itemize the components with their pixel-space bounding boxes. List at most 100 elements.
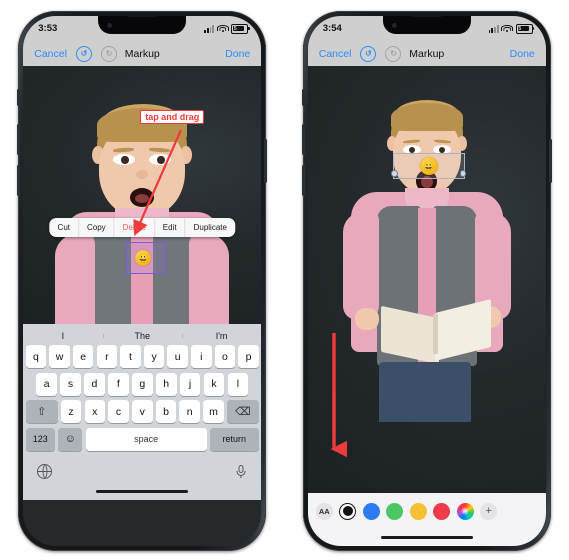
predictive-text-bar[interactable]: I The I'm: [23, 326, 261, 345]
microphone-icon[interactable]: [234, 464, 247, 478]
key-p[interactable]: p: [238, 345, 259, 368]
resize-handle-left[interactable]: [391, 170, 398, 177]
power-button[interactable]: [264, 139, 268, 183]
return-key[interactable]: return: [209, 427, 259, 451]
undo-icon[interactable]: ↺: [75, 45, 92, 62]
annotation-arrow: [330, 333, 347, 460]
key-c[interactable]: c: [108, 400, 129, 423]
keyboard-row-2: a s d f g h j k l: [23, 372, 261, 396]
status-time: 3:54: [322, 23, 342, 34]
key-x[interactable]: x: [84, 400, 106, 423]
done-button[interactable]: Done: [510, 48, 535, 60]
key-j[interactable]: j: [179, 372, 201, 396]
sticker-selection-box[interactable]: 😀: [126, 242, 167, 274]
annotation-label: tap and drag: [140, 110, 205, 124]
context-menu-item-duplicate[interactable]: Duplicate: [186, 218, 235, 237]
page-title: Markup: [124, 47, 160, 60]
space-key[interactable]: space: [85, 427, 207, 451]
battery-icon: 5: [231, 23, 250, 34]
color-swatch-blue[interactable]: [362, 502, 380, 520]
undo-glyph: ↺: [365, 48, 372, 58]
key-i[interactable]: i: [191, 345, 212, 368]
redo-icon[interactable]: ↻: [385, 45, 402, 62]
silent-switch[interactable]: [17, 89, 21, 106]
markup-canvas[interactable]: 😀 Cut Copy Delete Edit Duplicate tap and…: [23, 66, 262, 324]
add-color-button[interactable]: +: [480, 502, 498, 520]
key-e[interactable]: e: [72, 345, 94, 368]
redo-glyph: ↻: [390, 48, 397, 58]
shift-key[interactable]: ⇧: [25, 400, 58, 423]
software-keyboard[interactable]: I The I'm q w e r t y u i o p a s d f g …: [23, 324, 262, 500]
prediction-2[interactable]: The: [102, 331, 182, 341]
emoji-key[interactable]: ☺: [58, 427, 83, 451]
key-w[interactable]: w: [49, 345, 70, 368]
key-o[interactable]: o: [214, 345, 236, 368]
volume-down-button[interactable]: [17, 165, 21, 196]
key-s[interactable]: s: [60, 372, 81, 396]
wifi-icon: [216, 24, 229, 33]
color-wheel-swatch[interactable]: [456, 502, 474, 520]
key-r[interactable]: r: [96, 345, 118, 368]
key-k[interactable]: k: [203, 372, 225, 396]
key-y[interactable]: y: [143, 345, 165, 368]
status-bar: 3:53 5: [23, 16, 262, 41]
home-indicator-area: [23, 483, 262, 500]
battery-level-label: 5: [233, 25, 237, 32]
status-bar: 3:54 5: [307, 16, 546, 41]
undo-icon[interactable]: ↺: [360, 45, 377, 62]
key-f[interactable]: f: [107, 372, 129, 396]
key-b[interactable]: b: [155, 400, 177, 423]
silent-switch[interactable]: [301, 89, 305, 106]
emoji-sticker[interactable]: 😀: [419, 157, 438, 175]
key-v[interactable]: v: [131, 400, 153, 423]
key-q[interactable]: q: [25, 345, 47, 368]
key-z[interactable]: z: [60, 400, 82, 423]
markup-color-toolbar[interactable]: AA +: [307, 493, 546, 529]
right-phone-screen: 3:54 5 Cancel ↺ ↻ Markup Done 😀 AA +: [307, 16, 546, 546]
volume-down-button[interactable]: [301, 165, 305, 196]
key-h[interactable]: h: [155, 372, 177, 396]
emoji-sticker[interactable]: 😀: [135, 250, 152, 266]
key-g[interactable]: g: [131, 372, 153, 396]
redo-icon[interactable]: ↻: [100, 45, 117, 62]
markup-toolbar: Cancel ↺ ↻ Markup Done: [23, 41, 262, 66]
status-indicators: 5: [204, 23, 250, 34]
prediction-3[interactable]: I'm: [181, 331, 261, 341]
volume-up-button[interactable]: [17, 124, 21, 155]
context-menu-item-cut[interactable]: Cut: [50, 218, 79, 237]
page-title: Markup: [409, 47, 445, 60]
resize-handle-right[interactable]: [459, 170, 467, 177]
backspace-icon: ⌫: [235, 406, 251, 418]
text-style-button[interactable]: AA: [315, 502, 333, 520]
undo-glyph: ↺: [80, 48, 88, 58]
markup-toolbar: Cancel ↺ ↻ Markup Done: [307, 41, 546, 66]
color-swatch-black[interactable]: [339, 502, 357, 520]
volume-up-button[interactable]: [301, 124, 305, 155]
key-t[interactable]: t: [120, 345, 141, 368]
key-m[interactable]: m: [203, 400, 224, 423]
left-phone-screen: 3:53 5 Cancel ↺ ↻ Markup Done 😀 Cut Copy…: [23, 16, 262, 546]
markup-canvas[interactable]: 😀: [307, 66, 546, 493]
key-a[interactable]: a: [36, 372, 57, 396]
color-swatch-green[interactable]: [386, 502, 404, 520]
prediction-1[interactable]: I: [23, 331, 102, 341]
keyboard-bottom-row: [23, 455, 261, 483]
power-button[interactable]: [548, 139, 552, 183]
key-d[interactable]: d: [84, 372, 105, 396]
globe-icon[interactable]: [37, 463, 53, 479]
cancel-button[interactable]: Cancel: [319, 48, 352, 60]
key-u[interactable]: u: [167, 345, 188, 368]
cellular-signal-icon: [488, 24, 499, 33]
delete-key[interactable]: ⌫: [226, 400, 259, 423]
key-l[interactable]: l: [227, 372, 249, 396]
color-swatch-yellow[interactable]: [409, 502, 427, 520]
right-phone-slot: 3:54 5 Cancel ↺ ↻ Markup Done 😀 AA +: [285, 0, 569, 560]
color-swatch-red[interactable]: [433, 502, 451, 520]
key-n[interactable]: n: [179, 400, 200, 423]
home-indicator[interactable]: [96, 489, 189, 494]
numbers-key[interactable]: 123: [25, 427, 55, 451]
sticker-selection-box[interactable]: 😀: [391, 153, 467, 179]
done-button[interactable]: Done: [225, 48, 250, 60]
cancel-button[interactable]: Cancel: [34, 48, 67, 60]
home-indicator[interactable]: [380, 535, 473, 540]
